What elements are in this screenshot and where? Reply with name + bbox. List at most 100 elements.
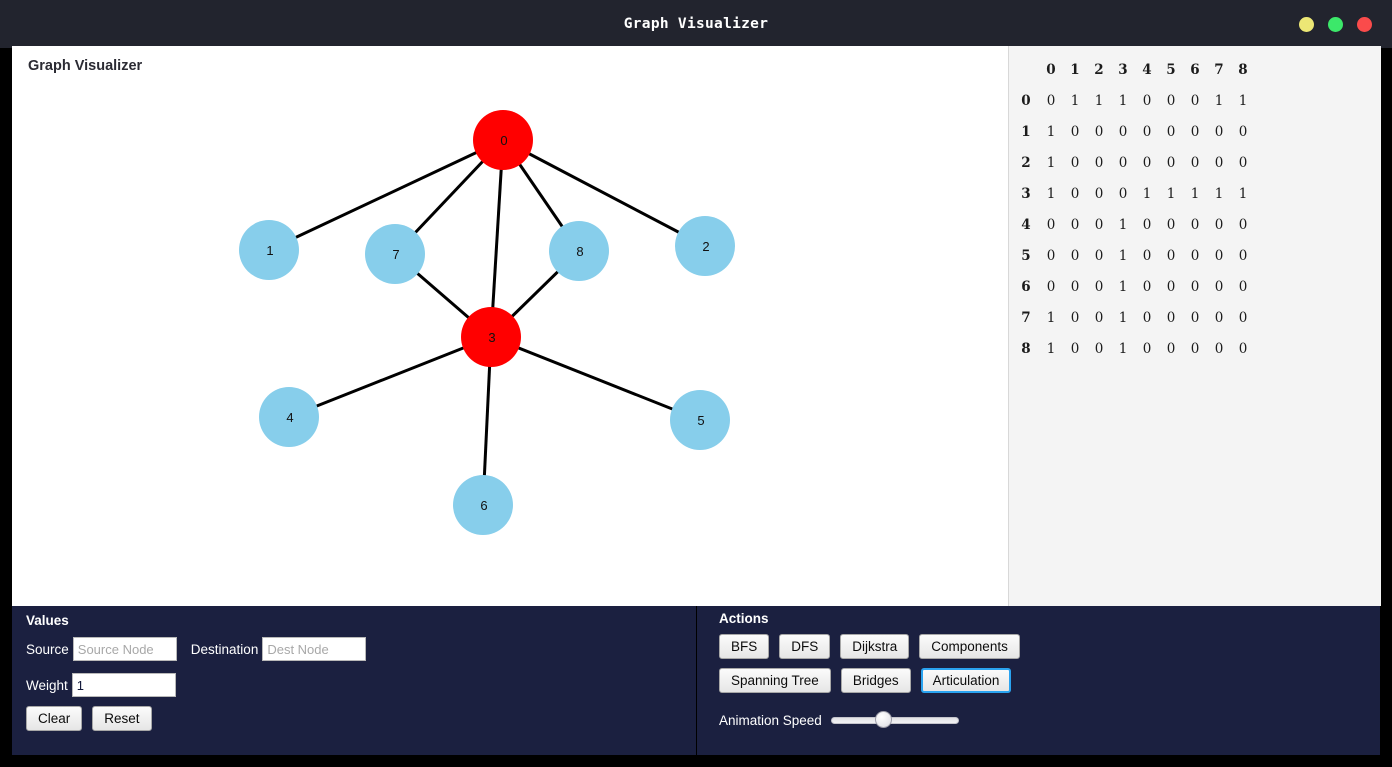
matrix-cell: 0 bbox=[1190, 123, 1200, 140]
matrix-row-header: 6 bbox=[1021, 278, 1031, 295]
source-dest-row: Source Destination bbox=[26, 637, 367, 661]
matrix-cell: 0 bbox=[1238, 123, 1248, 140]
matrix-cell: 0 bbox=[1142, 309, 1152, 326]
matrix-row: 1100000000 bbox=[1013, 116, 1255, 147]
window-controls bbox=[1299, 0, 1372, 48]
matrix-column-header: 4 bbox=[1142, 61, 1152, 78]
matrix-cell: 1 bbox=[1238, 185, 1248, 202]
matrix-cell: 0 bbox=[1094, 340, 1104, 357]
matrix-cell: 0 bbox=[1046, 216, 1056, 233]
matrix-cell: 0 bbox=[1214, 309, 1224, 326]
graph-node-label: 1 bbox=[266, 243, 273, 258]
graph-edge bbox=[490, 335, 701, 422]
matrix-cell: 0 bbox=[1190, 340, 1200, 357]
matrix-cell: 1 bbox=[1118, 92, 1128, 109]
animation-speed-slider[interactable] bbox=[830, 711, 959, 729]
matrix-cell: 1 bbox=[1094, 92, 1104, 109]
matrix-cell: 0 bbox=[1142, 247, 1152, 264]
matrix-cell: 0 bbox=[1238, 216, 1248, 233]
matrix-cell: 0 bbox=[1238, 247, 1248, 264]
matrix-cell: 0 bbox=[1118, 154, 1128, 171]
matrix-cell: 0 bbox=[1094, 154, 1104, 171]
close-button[interactable] bbox=[1357, 16, 1372, 32]
slider-track[interactable] bbox=[830, 717, 959, 724]
matrix-cell: 0 bbox=[1070, 278, 1080, 295]
matrix-row: 7100100000 bbox=[1013, 302, 1255, 333]
action-button-dijkstra[interactable]: Dijkstra bbox=[840, 634, 910, 659]
graph-node[interactable]: 4 bbox=[259, 387, 319, 447]
action-button-components[interactable]: Components bbox=[919, 634, 1020, 659]
values-button-row: Clear Reset bbox=[26, 706, 152, 731]
action-button-bfs[interactable]: BFS bbox=[719, 634, 770, 659]
matrix-cell: 0 bbox=[1094, 185, 1104, 202]
matrix-cell: 1 bbox=[1070, 92, 1080, 109]
matrix-cell: 0 bbox=[1214, 154, 1224, 171]
matrix-cell: 1 bbox=[1118, 247, 1128, 264]
graph-node[interactable]: 1 bbox=[239, 220, 299, 280]
graph-node[interactable]: 8 bbox=[549, 221, 609, 281]
graph-node[interactable]: 2 bbox=[675, 216, 735, 276]
matrix-cell: 1 bbox=[1118, 278, 1128, 295]
action-button-spanning-tree[interactable]: Spanning Tree bbox=[719, 668, 831, 693]
matrix-cell: 0 bbox=[1142, 216, 1152, 233]
matrix-cell: 0 bbox=[1118, 185, 1128, 202]
matrix-corner-cell bbox=[1013, 54, 1039, 85]
matrix-cell: 0 bbox=[1214, 340, 1224, 357]
matrix-cell: 0 bbox=[1094, 216, 1104, 233]
weight-label: Weight bbox=[26, 677, 68, 693]
matrix-cell: 0 bbox=[1166, 92, 1176, 109]
title-bar: Graph Visualizer bbox=[0, 0, 1392, 48]
clear-button[interactable]: Clear bbox=[26, 706, 83, 731]
minimize-button[interactable] bbox=[1299, 16, 1314, 32]
action-button-bridges[interactable]: Bridges bbox=[840, 668, 911, 693]
matrix-cell: 1 bbox=[1214, 185, 1224, 202]
graph-node-label: 2 bbox=[702, 239, 709, 254]
matrix-cell: 0 bbox=[1166, 123, 1176, 140]
matrix-row: 2100000000 bbox=[1013, 147, 1255, 178]
matrix-cell: 0 bbox=[1190, 309, 1200, 326]
graph-nodes[interactable]: 0 1 2 3 4 5 6 7 8 bbox=[239, 110, 735, 535]
matrix-header-row: 012345678 bbox=[1013, 54, 1255, 85]
graph-canvas-panel[interactable]: Graph Visualizer 012345678 bbox=[12, 46, 1008, 606]
matrix-cell: 1 bbox=[1118, 309, 1128, 326]
graph-node-label: 6 bbox=[480, 498, 487, 513]
matrix-cell: 1 bbox=[1046, 123, 1056, 140]
source-label: Source bbox=[26, 641, 69, 657]
matrix-cell: 0 bbox=[1166, 216, 1176, 233]
maximize-button[interactable] bbox=[1328, 16, 1343, 32]
matrix-column-header: 8 bbox=[1238, 61, 1248, 78]
action-button-dfs[interactable]: DFS bbox=[779, 634, 831, 659]
matrix-cell: 0 bbox=[1070, 340, 1080, 357]
values-title: Values bbox=[26, 613, 69, 628]
slider-thumb[interactable] bbox=[875, 711, 893, 728]
matrix-cell: 0 bbox=[1118, 123, 1128, 140]
graph-node[interactable]: 0 bbox=[473, 110, 533, 170]
matrix-column-header: 7 bbox=[1214, 61, 1224, 78]
graph-node[interactable]: 3 bbox=[461, 307, 521, 367]
source-input[interactable] bbox=[72, 637, 177, 661]
matrix-cell: 0 bbox=[1094, 278, 1104, 295]
destination-input[interactable] bbox=[262, 637, 367, 661]
bottom-control-bar: Values Source Destination Weight Clear R… bbox=[12, 606, 1380, 755]
matrix-cell: 1 bbox=[1046, 154, 1056, 171]
matrix-cell: 0 bbox=[1190, 247, 1200, 264]
matrix-cell: 0 bbox=[1166, 154, 1176, 171]
graph-svg[interactable]: 0 1 2 3 4 5 6 7 8 bbox=[12, 46, 1008, 606]
graph-edge bbox=[288, 335, 492, 419]
graph-node[interactable]: 5 bbox=[670, 390, 730, 450]
matrix-cell: 1 bbox=[1166, 185, 1176, 202]
graph-node[interactable]: 7 bbox=[365, 224, 425, 284]
matrix-cell: 1 bbox=[1214, 92, 1224, 109]
animation-speed-row: Animation Speed bbox=[719, 711, 959, 729]
matrix-cell: 0 bbox=[1070, 185, 1080, 202]
actions-button-row-2: Spanning Tree Bridges Articulation bbox=[719, 668, 1012, 693]
matrix-cell: 0 bbox=[1142, 340, 1152, 357]
weight-input[interactable] bbox=[71, 673, 176, 697]
reset-button[interactable]: Reset bbox=[92, 706, 152, 731]
graph-node[interactable]: 6 bbox=[453, 475, 513, 535]
matrix-cell: 1 bbox=[1190, 185, 1200, 202]
action-button-articulation[interactable]: Articulation bbox=[920, 668, 1012, 693]
graph-node-label: 7 bbox=[392, 247, 399, 262]
matrix-cell: 0 bbox=[1166, 278, 1176, 295]
matrix-cell: 0 bbox=[1214, 278, 1224, 295]
